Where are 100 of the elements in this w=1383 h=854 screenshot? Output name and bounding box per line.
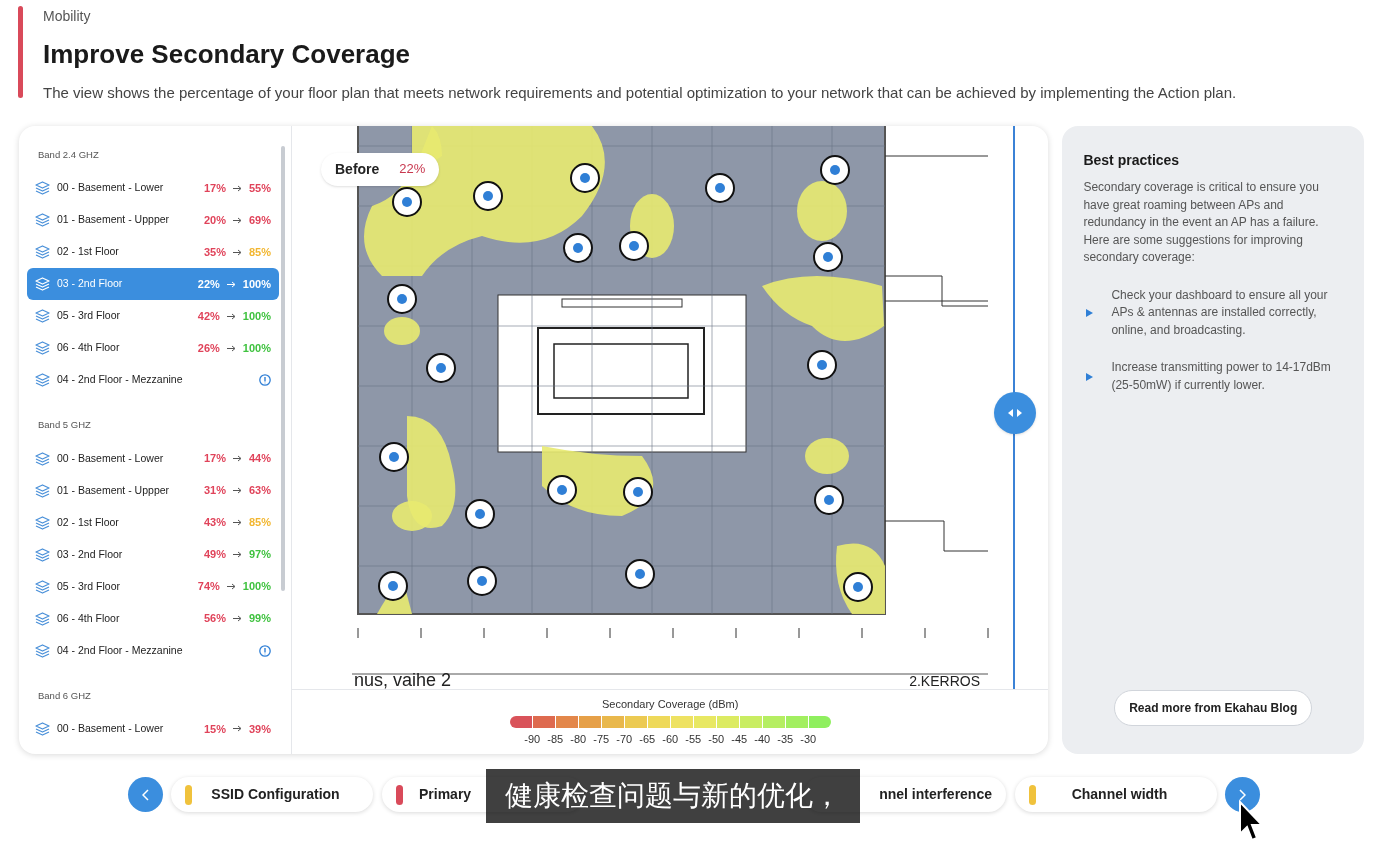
previous-button[interactable] [128,777,163,812]
layers-icon [35,611,50,626]
scale-label: -90 [523,731,542,747]
page-title: Improve Secondary Coverage [43,38,412,70]
scale-label: -35 [776,731,795,747]
floor-item[interactable]: 03 - 2nd Floor 49% 97% [27,538,279,571]
layers-icon [35,277,50,292]
coverage-percent: 22% [197,277,220,292]
coverage-percent: 100% [242,341,271,356]
coverage-area [384,317,420,345]
coverage-percent: 99% [248,611,271,627]
coverage-percent: 100% [242,309,271,324]
panel-title: Best practices [1083,151,1181,170]
before-badge: Before 22% [321,153,440,186]
panel-paragraph: Secondary coverage is critical to ensure you have great roaming between APs and redundancy in the event an AP has a failure. Here are some suggestions for improving secondary coverage: [1083,179,1320,266]
arrow-right-icon [232,248,242,256]
layers-icon [35,245,50,260]
scale-label: -60 [661,731,680,747]
arrow-right-icon [232,487,242,494]
floor-item[interactable]: 06 - 4th Floor 56% 99% [27,602,279,635]
floor-item[interactable]: 05 - 3rd Floor 74% 100% [27,570,279,603]
coverage-percent: 39% [248,721,271,737]
coverage-area [805,438,849,474]
coverage-percent: 44% [248,451,271,467]
floor-item[interactable]: 00 - Basement - Lower 15% 39% [27,712,279,745]
arrow-right-icon [232,519,242,526]
layers-icon [35,721,50,736]
layers-icon [35,515,50,530]
coverage-percent: 56% [203,611,226,627]
coverage-percent: 100% [242,579,271,595]
layers-icon [35,547,50,562]
coverage-percent: 63% [248,483,271,499]
coverage-percent: 43% [203,515,226,531]
scale-label: -40 [753,731,772,747]
arrow-right-icon [232,615,242,622]
chevron-right-icon [1239,788,1246,801]
scrollbar[interactable] [281,146,285,591]
page-description: The view shows the percentage of your floor plan that meets network requirements and potential optimization to your network that can be achieved by implementing the Action plan. [43,83,1237,103]
issue-tab[interactable]: SSID Configuration [171,777,373,812]
floor-item[interactable]: 04 - 2nd Floor - Mezzanine [27,634,279,667]
layers-icon [35,309,50,324]
info-icon[interactable] [259,644,271,657]
layers-icon [35,643,50,658]
arrow-right-icon [232,725,242,733]
arrow-right-icon [226,583,236,590]
coverage-percent: 97% [248,547,271,563]
scale-label: -30 [799,731,818,747]
plan-label: 2.KERROS [909,673,980,689]
section-label: Mobility [43,7,92,26]
scale-label: -85 [546,731,565,747]
band-heading: Band 5 GHZ [37,418,92,433]
coverage-percent: 74% [197,579,220,595]
arrow-right-icon [226,344,236,352]
floor-item[interactable]: 04 - 2nd Floor - Mezzanine [27,364,279,397]
coverage-percent: 35% [203,245,226,260]
layers-icon [35,579,50,594]
scale-label: -50 [707,731,726,747]
bullet-triangle-icon [1086,372,1094,381]
coverage-percent: 69% [248,213,271,228]
legend-title: Secondary Coverage (dBm) [602,697,739,712]
coverage-percent: 42% [197,309,220,324]
floor-item[interactable]: 01 - Basement - Uppper 31% 63% [27,474,279,507]
floor-item[interactable]: 00 - Basement - Lower 17% 44% [27,442,279,475]
layers-icon [35,341,50,356]
arrow-right-icon [226,280,236,288]
compare-slider-handle[interactable] [994,392,1036,434]
scale-label: -75 [592,731,611,747]
floor-item[interactable]: 06 - 4th Floor 26% 100% [27,332,279,365]
coverage-percent: 31% [203,483,226,499]
scale-label: -70 [615,731,634,747]
floor-item[interactable]: 02 - 1st Floor 43% 85% [27,506,279,539]
scale-label: -45 [730,731,749,747]
coverage-percent: 15% [203,721,226,737]
read-more-button[interactable]: Read more from Ekahau Blog [1114,690,1313,726]
tip-text: Check your dashboard to ensure all your APs & antennas are installed correctly, online, and broadcasting. [1111,286,1329,339]
coverage-percent: 100% [242,277,271,292]
layers-icon [35,373,50,388]
scale-label: -55 [684,731,703,747]
band-heading: Band 2.4 GHZ [37,148,100,162]
arrow-right-icon [232,216,242,224]
arrow-right-icon [232,551,242,558]
arrow-right-icon [232,455,242,462]
coverage-percent: 17% [203,451,226,467]
coverage-percent: 85% [248,515,271,531]
floor-item[interactable]: 02 - 1st Floor 35% 85% [27,236,279,269]
coverage-percent: 55% [248,181,271,196]
arrow-right-icon [232,184,242,192]
scale-label: -80 [569,731,588,747]
chevron-left-icon [142,788,149,801]
layers-icon [35,451,50,466]
floor-item[interactable]: 01 - Basement - Uppper 20% 69% [27,204,279,237]
arrow-right-icon [226,312,236,320]
layers-icon [35,181,50,196]
caption-overlay: 健康检查问题与新的优化， [486,769,860,823]
coverage-percent: 20% [203,213,226,228]
floor-item[interactable]: 05 - 3rd Floor 42% 100% [27,300,279,333]
floor-item[interactable]: 00 - Basement - Lower 17% 55% [27,172,279,205]
issue-tab[interactable]: Channel width [1015,777,1217,812]
coverage-percent: 85% [248,245,271,260]
info-icon[interactable] [259,374,271,387]
